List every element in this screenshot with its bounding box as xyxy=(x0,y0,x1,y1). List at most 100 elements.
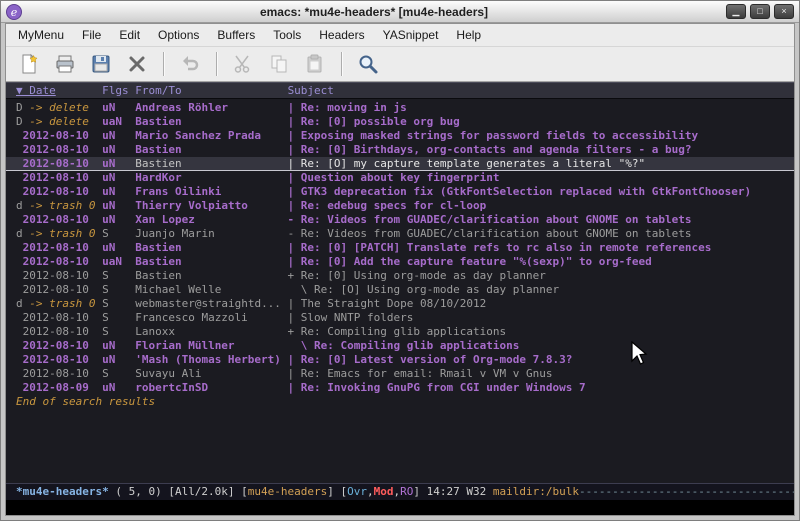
text-segment: | Re: [0] Add the capture feature "%(sex… xyxy=(288,255,652,268)
message-row[interactable]: 2012-08-10 uN Xan Lopez - Re: Videos fro… xyxy=(6,213,794,227)
emacs-frame: MyMenuFileEditOptionsBuffersToolsHeaders… xyxy=(5,23,795,516)
message-row[interactable]: 2012-08-10 uN HardKor | Question about k… xyxy=(6,171,794,185)
window-title: emacs: *mu4e-headers* [mu4e-headers] xyxy=(28,5,720,19)
menu-item-mymenu[interactable]: MyMenu xyxy=(9,24,73,46)
text-segment: 2012-08-10 xyxy=(16,185,102,198)
text-segment: | Re: Emacs for email: Rmail v VM v Gnus xyxy=(288,367,553,380)
header-line[interactable]: ▼ Date Flgs From/To Subject xyxy=(6,82,794,99)
buffer-empty-area[interactable] xyxy=(6,409,794,483)
text-segment: 2012-08-10 xyxy=(16,311,102,324)
text-segment: Lanoxx xyxy=(135,325,287,338)
text-segment: Flgs xyxy=(102,84,135,97)
close-button[interactable]: × xyxy=(774,4,794,19)
text-segment: 2012-08-10 xyxy=(16,143,102,156)
text-segment: , xyxy=(367,485,374,498)
text-segment: uN xyxy=(102,185,135,198)
text-segment: HardKor xyxy=(135,171,287,184)
message-row[interactable]: 2012-08-10 S Michael Welle \ Re: [O] Usi… xyxy=(6,283,794,297)
menu-item-headers[interactable]: Headers xyxy=(310,24,373,46)
text-segment: - Re: Videos from GUADEC/clarification a… xyxy=(288,213,692,226)
save-icon xyxy=(90,53,112,75)
text-segment: 2012-08-10 xyxy=(16,353,102,366)
message-row[interactable]: 2012-08-10 uN 'Mash (Thomas Herbert) | R… xyxy=(6,353,794,367)
maximize-button[interactable]: □ xyxy=(750,4,770,19)
window-controls: ▁ □ × xyxy=(726,4,794,19)
message-row[interactable]: 2012-08-10 S Lanoxx + Re: Compiling glib… xyxy=(6,325,794,339)
menu-item-edit[interactable]: Edit xyxy=(110,24,149,46)
text-segment: Bastien xyxy=(135,269,287,282)
menu-item-yasnippet[interactable]: YASnippet xyxy=(374,24,448,46)
message-row-current[interactable]: 2012-08-10 uN Bastien | Re: [O] my captu… xyxy=(6,157,794,171)
text-segment: Bastien xyxy=(135,143,287,156)
menu-item-buffers[interactable]: Buffers xyxy=(208,24,264,46)
text-segment: 2012-08-10 xyxy=(16,129,102,142)
text-segment: 'Mash (Thomas Herbert) xyxy=(135,353,287,366)
save-button[interactable] xyxy=(86,50,116,78)
text-segment: 2012-08-10 xyxy=(16,269,102,282)
text-segment: webmaster@straightd... xyxy=(135,297,287,310)
text-segment: + Re: [0] Using org-mode as day planner xyxy=(288,269,546,282)
text-segment: | Slow NNTP folders xyxy=(288,311,414,324)
undo-button xyxy=(175,50,205,78)
minimize-button[interactable]: ▁ xyxy=(726,4,746,19)
message-row[interactable]: D -> delete uaN Bastien | Re: [0] possib… xyxy=(6,115,794,129)
echo-area[interactable] xyxy=(6,500,794,515)
text-segment: 2012-08-09 xyxy=(16,381,102,394)
menu-item-help[interactable]: Help xyxy=(447,24,490,46)
menu-item-tools[interactable]: Tools xyxy=(264,24,310,46)
message-row[interactable]: d -> trash 0 uN Thierry Volpiatto | Re: … xyxy=(6,199,794,213)
message-row[interactable]: 2012-08-10 uaN Bastien | Re: [0] Add the… xyxy=(6,255,794,269)
text-segment: 2012-08-10 xyxy=(16,325,102,338)
menu-bar: MyMenuFileEditOptionsBuffersToolsHeaders… xyxy=(6,24,794,47)
menu-item-options[interactable]: Options xyxy=(149,24,208,46)
toolbar-separator xyxy=(341,52,342,76)
message-row[interactable]: 2012-08-10 S Bastien + Re: [0] Using org… xyxy=(6,269,794,283)
text-segment: uN xyxy=(102,213,135,226)
text-segment: uN xyxy=(102,353,135,366)
text-segment: 2012-08-10 xyxy=(16,171,102,184)
text-segment: uN xyxy=(102,101,135,114)
text-segment: 2012-08-10 xyxy=(16,283,102,296)
message-row[interactable]: d -> trash 0 S Juanjo Marin - Re: Videos… xyxy=(6,227,794,241)
message-row[interactable]: D -> delete uN Andreas Röhler | Re: movi… xyxy=(6,101,794,115)
text-segment: -> delete xyxy=(29,101,102,114)
text-segment: uN xyxy=(102,157,135,170)
text-segment: Andreas Röhler xyxy=(135,101,287,114)
mode-line[interactable]: *mu4e-headers* ( 5, 0) [All/2.0k] [mu4e-… xyxy=(6,483,794,500)
text-segment: uaN xyxy=(102,255,135,268)
text-segment: | The Straight Dope 08/10/2012 xyxy=(288,297,487,310)
text-segment: From/To xyxy=(135,84,287,97)
text-segment: -> trash 0 xyxy=(29,199,102,212)
message-row[interactable]: 2012-08-10 uN Frans Oilinki | GTK3 depre… xyxy=(6,185,794,199)
message-row[interactable]: 2012-08-10 uN Mario Sanchez Prada | Expo… xyxy=(6,129,794,143)
text-segment: D xyxy=(16,101,29,114)
toolbar xyxy=(6,47,794,82)
new-file-button[interactable] xyxy=(14,50,44,78)
message-row[interactable]: 2012-08-09 uN robertcInSD | Re: Invoking… xyxy=(6,381,794,395)
text-segment: | Re: Invoking GnuPG from CGI under Wind… xyxy=(288,381,586,394)
message-row[interactable]: d -> trash 0 S webmaster@straightd... | … xyxy=(6,297,794,311)
message-row[interactable]: 2012-08-10 S Suvayu Ali | Re: Emacs for … xyxy=(6,367,794,381)
end-of-results: End of search results xyxy=(6,395,794,409)
message-row[interactable]: 2012-08-10 uN Bastien | Re: [0] Birthday… xyxy=(6,143,794,157)
search-button[interactable] xyxy=(353,50,383,78)
search-icon xyxy=(357,53,379,75)
text-segment: 2012-08-10 xyxy=(16,339,102,352)
svg-text:e: e xyxy=(11,6,18,19)
text-segment: | Re: [0] Latest version of Org-mode 7.8… xyxy=(288,353,573,366)
print-button[interactable] xyxy=(50,50,80,78)
message-row[interactable]: 2012-08-10 uN Florian Müllner \ Re: Comp… xyxy=(6,339,794,353)
toolbar-separator xyxy=(216,52,217,76)
text-segment: Subject xyxy=(288,84,334,97)
text-segment: maildir:/bulk xyxy=(493,485,579,498)
title-bar[interactable]: e emacs: *mu4e-headers* [mu4e-headers] ▁… xyxy=(1,1,799,23)
message-row[interactable]: 2012-08-10 S Francesco Mazzoli | Slow NN… xyxy=(6,311,794,325)
copy-icon xyxy=(268,53,290,75)
message-row[interactable]: 2012-08-10 uN Bastien | Re: [0] [PATCH] … xyxy=(6,241,794,255)
text-segment: robertcInSD xyxy=(135,381,287,394)
paste-icon xyxy=(304,53,326,75)
close-button[interactable] xyxy=(122,50,152,78)
text-segment: - Re: Videos from GUADEC/clarification a… xyxy=(288,227,692,240)
text-segment: | Re: edebug specs for cl-loop xyxy=(288,199,487,212)
menu-item-file[interactable]: File xyxy=(73,24,110,46)
